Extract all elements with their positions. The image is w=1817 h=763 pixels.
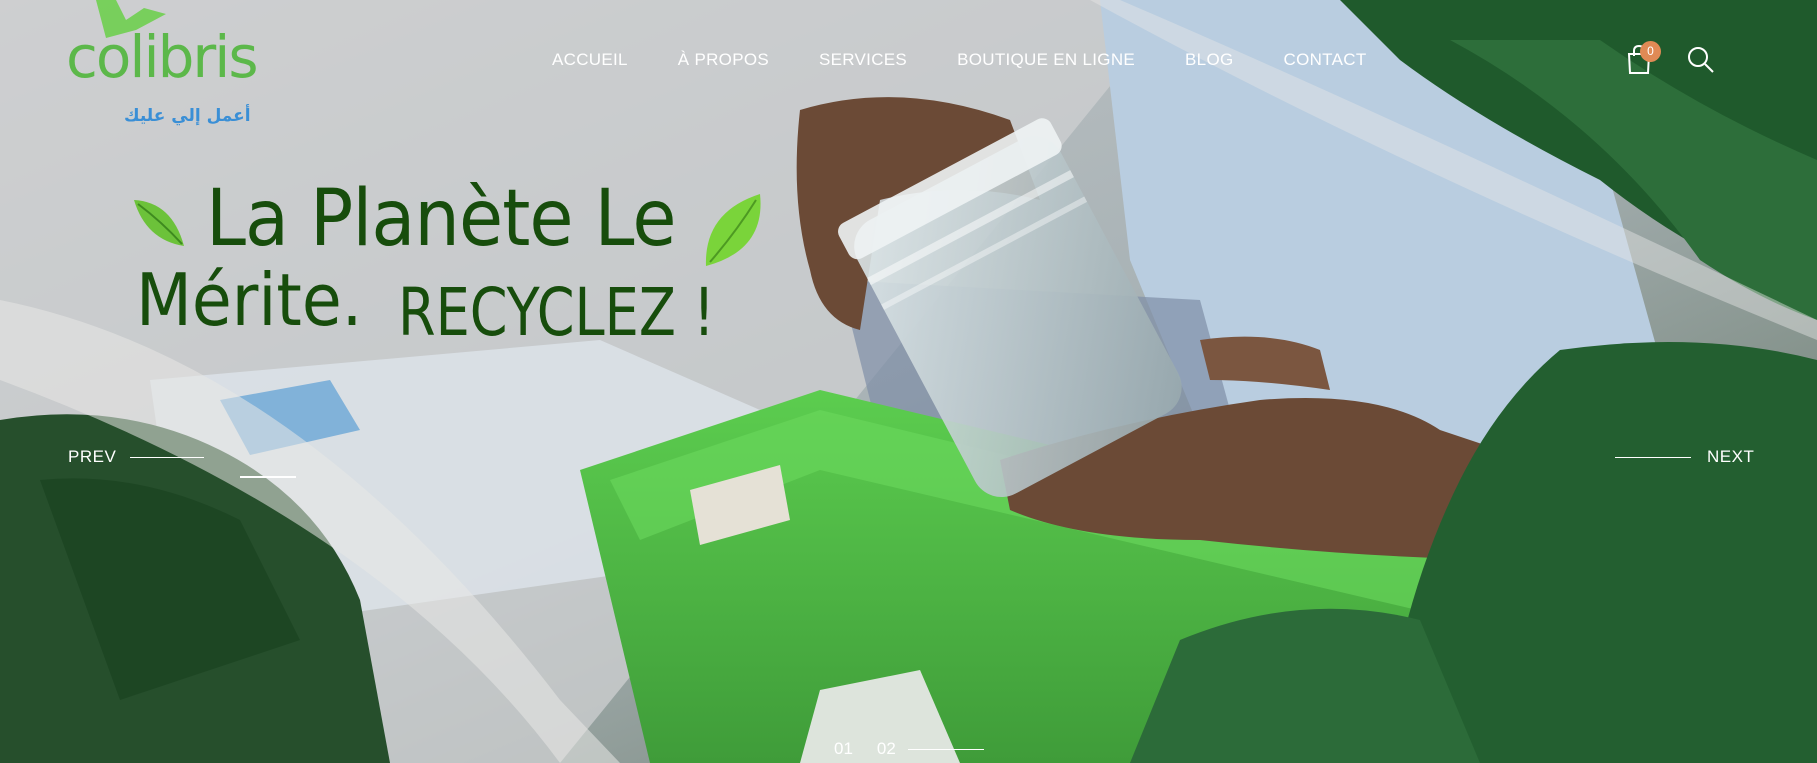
slide-pagination: 01 02 — [834, 739, 984, 759]
search-button[interactable] — [1686, 45, 1716, 75]
hero-title: La Planète Le Mérite. RECYCLEZ ! — [130, 180, 810, 360]
hero-title-line-1: La Planète Le — [206, 174, 677, 264]
nav-item-accueil[interactable]: ACCUEIL — [552, 50, 628, 70]
nav-item-blog[interactable]: BLOG — [1185, 50, 1233, 70]
brand-name: colibris — [66, 23, 259, 91]
nav-item-contact[interactable]: CONTACT — [1284, 50, 1367, 70]
next-line — [1615, 456, 1691, 458]
slide-page-2[interactable]: 02 — [877, 739, 896, 759]
nav-item-boutique-en-ligne[interactable]: BOUTIQUE EN LIGNE — [957, 50, 1135, 70]
nav-item-services[interactable]: SERVICES — [819, 50, 907, 70]
slider-prev-button[interactable]: PREV — [68, 447, 205, 467]
slide-indicator-line — [240, 476, 296, 478]
slide-page-1[interactable]: 01 — [834, 739, 853, 759]
brand-tagline: أعمل إلي عليك — [124, 106, 251, 126]
leaf-icon — [705, 194, 761, 266]
next-label: NEXT — [1707, 447, 1755, 466]
leaf-icon — [134, 200, 184, 246]
hero-title-line-3: RECYCLEZ ! — [398, 274, 715, 351]
pagination-line — [907, 748, 984, 750]
prev-line — [130, 456, 205, 458]
cart-count-badge: 0 — [1640, 41, 1661, 62]
nav-item-a-propos[interactable]: À PROPOS — [678, 50, 769, 70]
brand-logo[interactable]: colibris أعمل إلي عليك — [66, 0, 286, 140]
main-navigation: ACCUEIL À PROPOS SERVICES BOUTIQUE EN LI… — [552, 50, 1367, 70]
slider-next-button[interactable]: NEXT — [1615, 447, 1754, 467]
hero-title-line-2: Mérite. — [136, 258, 363, 342]
prev-label: PREV — [68, 447, 117, 466]
search-icon — [1688, 47, 1714, 73]
